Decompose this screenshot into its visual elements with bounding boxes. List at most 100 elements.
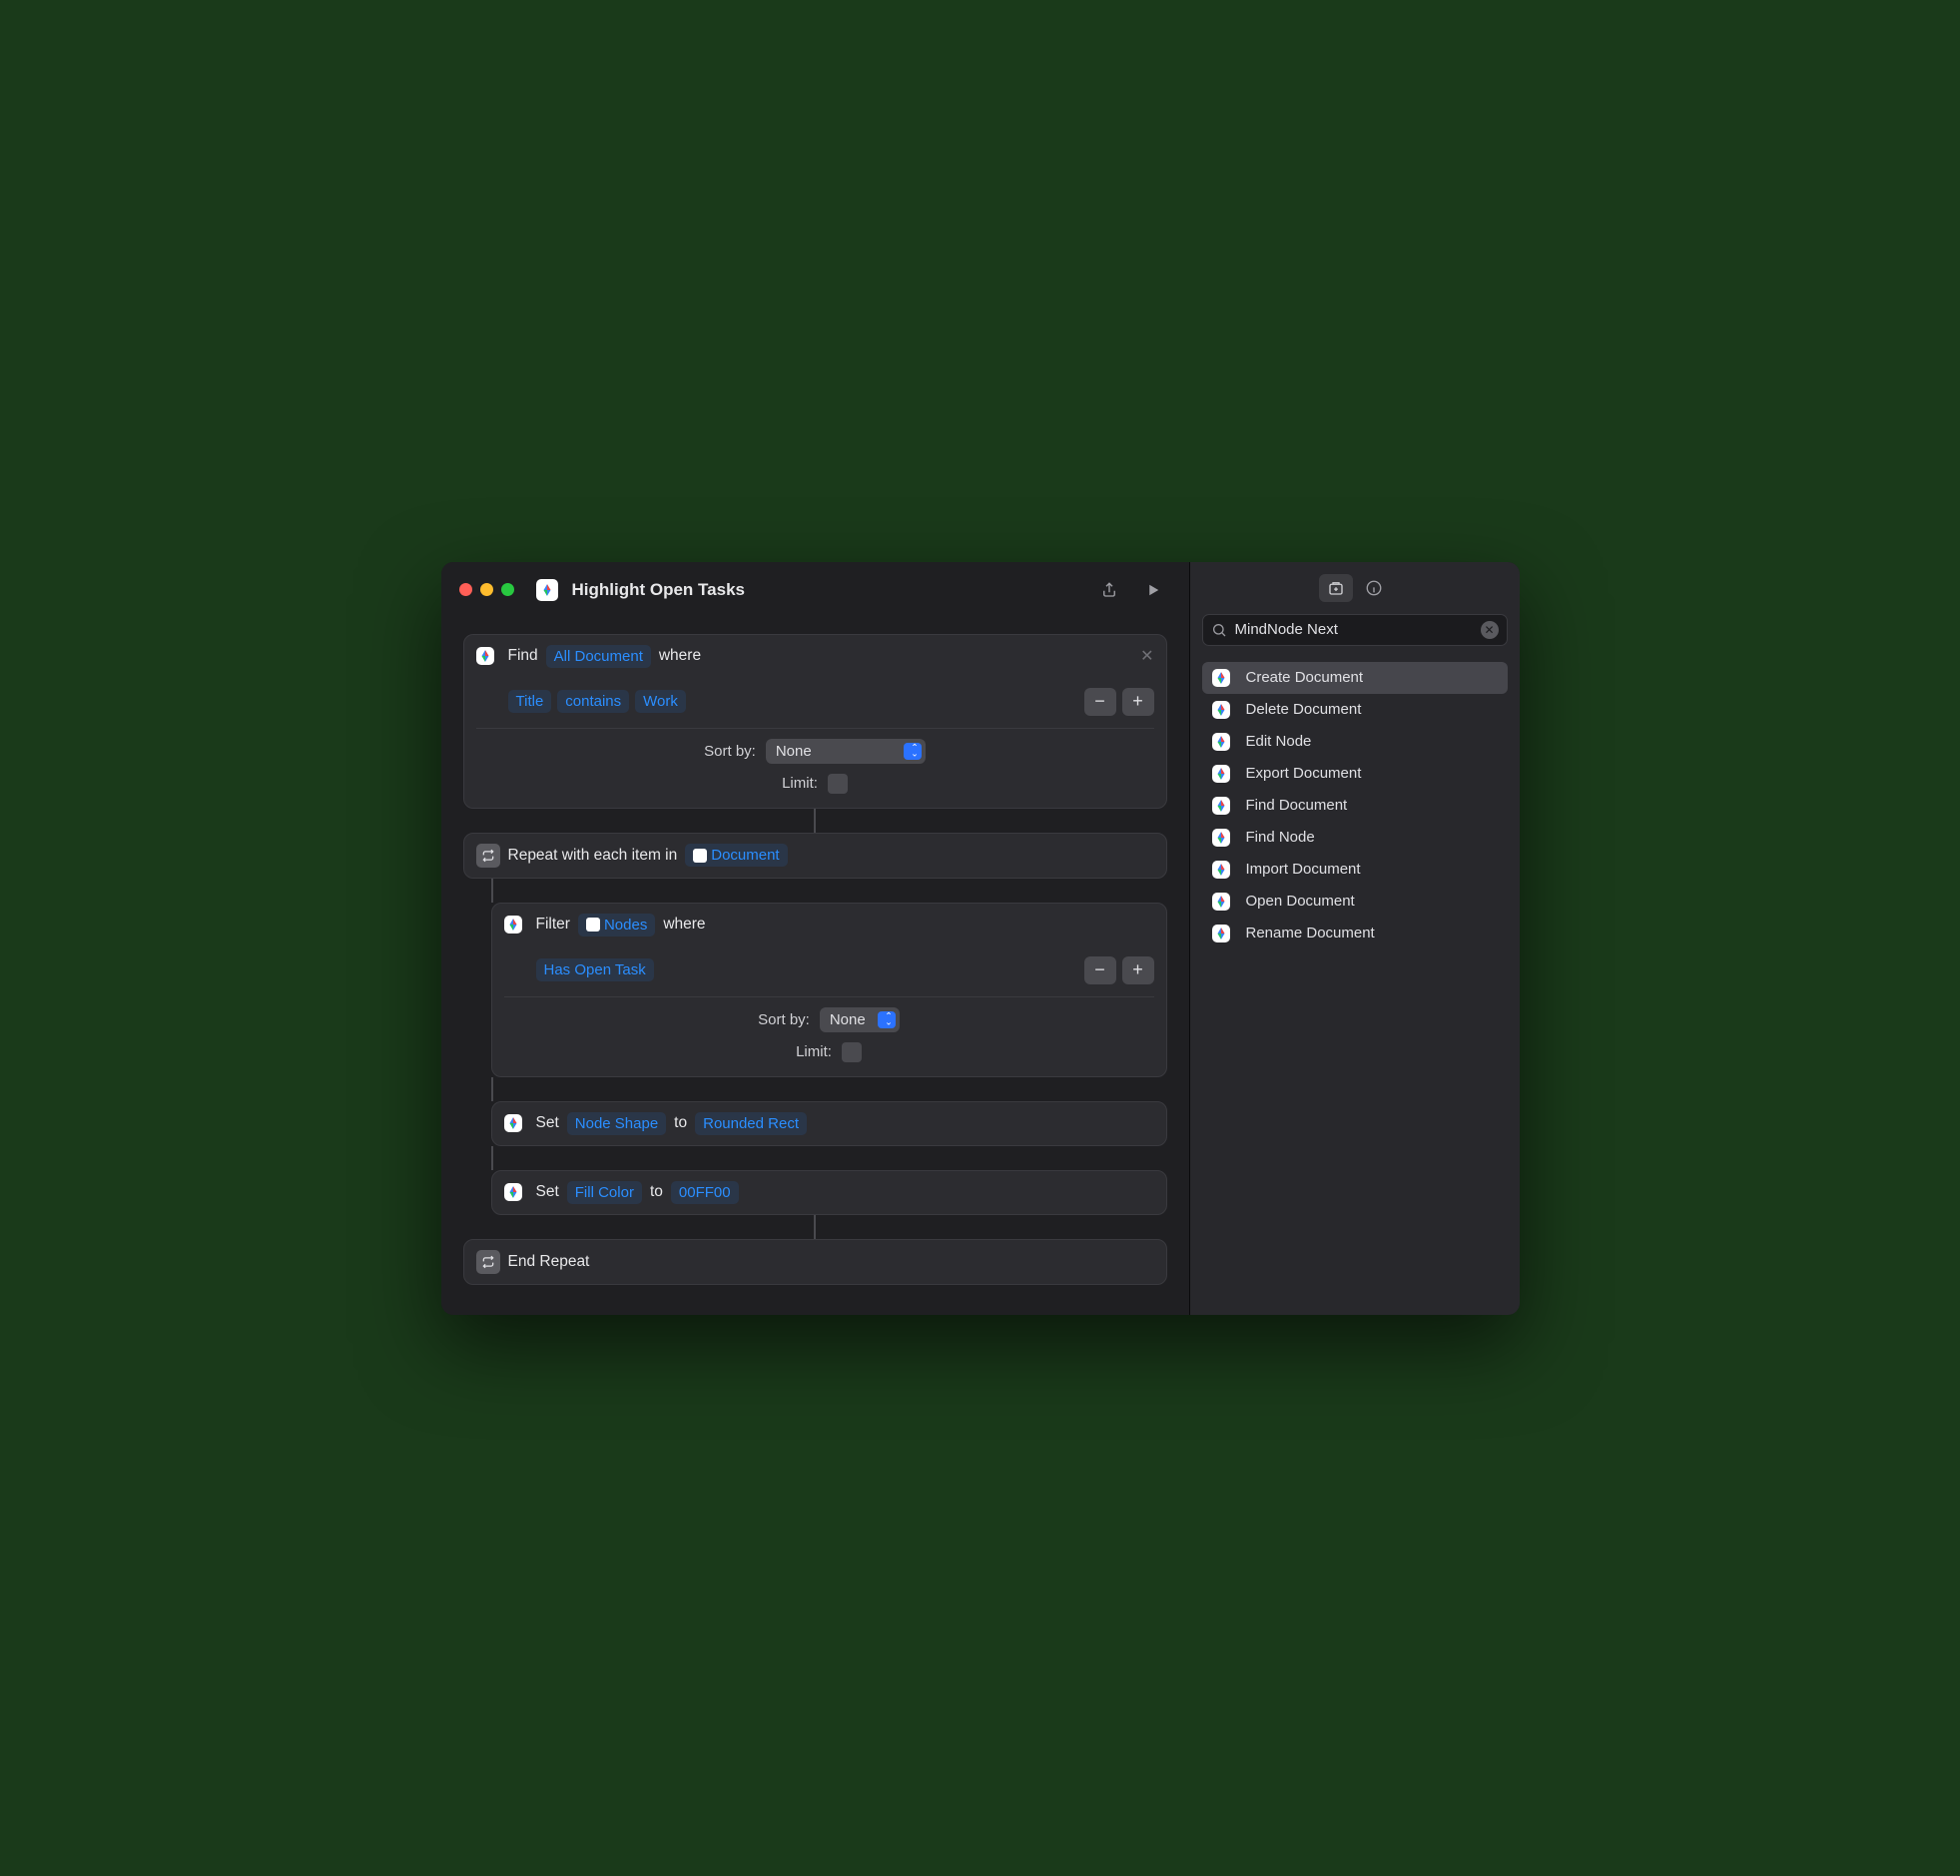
- action-item[interactable]: Find Node: [1202, 822, 1508, 854]
- find-limit-label: Limit:: [782, 775, 818, 792]
- mindnode-icon: [1212, 925, 1230, 942]
- filter-verb-label: Filter: [536, 916, 570, 934]
- connector-line: [491, 879, 493, 903]
- remove-filter-button[interactable]: −: [1084, 688, 1116, 716]
- action-item[interactable]: Open Document: [1202, 886, 1508, 918]
- search-icon: [1211, 622, 1227, 638]
- mindnode-icon: [504, 1114, 522, 1132]
- connector-line: [491, 1146, 493, 1170]
- mindnode-icon: [1212, 829, 1230, 847]
- filter-sort-label: Sort by:: [758, 1011, 810, 1028]
- filter-source-token[interactable]: Nodes: [578, 914, 655, 937]
- action-item[interactable]: Create Document: [1202, 662, 1508, 694]
- set-shape-verb: Set: [536, 1114, 559, 1132]
- filter-limit-label: Limit:: [796, 1043, 832, 1060]
- filter-condition-token[interactable]: Has Open Task: [536, 958, 654, 981]
- mindnode-icon: [1212, 669, 1230, 687]
- library-tab-button[interactable]: [1319, 574, 1353, 602]
- action-item-label: Import Document: [1246, 861, 1361, 878]
- find-limit-checkbox[interactable]: [828, 774, 848, 794]
- mindnode-icon: [1212, 861, 1230, 879]
- find-scope-token[interactable]: All Document: [546, 645, 651, 668]
- action-item[interactable]: Find Document: [1202, 790, 1508, 822]
- set-fill-field[interactable]: Fill Color: [567, 1181, 642, 1204]
- repeat-variable-token[interactable]: Document: [685, 844, 787, 867]
- action-item[interactable]: Import Document: [1202, 854, 1508, 886]
- find-block-header: Find All Document where ✕: [464, 635, 1166, 678]
- filter-nodes-block[interactable]: Filter Nodes where Has Open Task − +: [491, 903, 1167, 1077]
- action-item[interactable]: Delete Document: [1202, 694, 1508, 726]
- set-shape-field[interactable]: Node Shape: [567, 1112, 666, 1135]
- find-limit-row: Limit:: [476, 764, 1154, 794]
- find-verb-label: Find: [508, 647, 538, 665]
- minimize-window-button[interactable]: [480, 583, 493, 596]
- share-button[interactable]: [1091, 576, 1127, 604]
- filter-limit-checkbox[interactable]: [842, 1042, 862, 1062]
- mindnode-icon: [504, 916, 522, 934]
- repeat-block-header[interactable]: Repeat with each item in Document: [463, 833, 1167, 879]
- set-fill-color-block[interactable]: Set Fill Color to 00FF00: [491, 1170, 1167, 1215]
- find-filter-field[interactable]: Title: [508, 690, 552, 713]
- action-item-label: Find Node: [1246, 829, 1315, 846]
- filter-where-label: where: [663, 916, 705, 934]
- find-sort-select[interactable]: None ⌃⌄: [766, 739, 926, 764]
- action-item-label: Open Document: [1246, 893, 1355, 910]
- add-condition-button[interactable]: +: [1122, 956, 1154, 984]
- set-fill-value[interactable]: 00FF00: [671, 1181, 739, 1204]
- remove-condition-button[interactable]: −: [1084, 956, 1116, 984]
- action-item[interactable]: Export Document: [1202, 758, 1508, 790]
- mindnode-icon: [1212, 893, 1230, 911]
- action-item-label: Edit Node: [1246, 733, 1312, 750]
- titlebar: Highlight Open Tasks: [441, 562, 1189, 618]
- variable-mini-icon: [586, 918, 600, 932]
- action-item-label: Delete Document: [1246, 701, 1362, 718]
- sidebar-toolbar: [1190, 562, 1520, 614]
- mindnode-icon: [1212, 765, 1230, 783]
- mindnode-icon: [1212, 797, 1230, 815]
- action-search-field[interactable]: ✕: [1202, 614, 1508, 646]
- run-button[interactable]: [1135, 576, 1171, 604]
- set-shape-to-label: to: [674, 1114, 687, 1132]
- action-item-label: Find Document: [1246, 797, 1348, 814]
- find-filter-value[interactable]: Work: [635, 690, 686, 713]
- set-node-shape-block[interactable]: Set Node Shape to Rounded Rect: [491, 1101, 1167, 1146]
- mindnode-icon: [1212, 733, 1230, 751]
- mindnode-icon: [1212, 701, 1230, 719]
- action-library-sidebar: ✕ Create Document Delete Document Edit Nod…: [1190, 562, 1520, 1315]
- window-title: Highlight Open Tasks: [572, 580, 1083, 600]
- end-repeat-label: End Repeat: [508, 1253, 590, 1271]
- mindnode-icon: [476, 647, 494, 665]
- repeat-icon: [476, 1250, 500, 1274]
- workflow-canvas: Find All Document where ✕ Title contains…: [441, 618, 1189, 1315]
- action-item[interactable]: Edit Node: [1202, 726, 1508, 758]
- filter-sort-select[interactable]: None ⌃⌄: [820, 1007, 900, 1032]
- find-document-block[interactable]: Find All Document where ✕ Title contains…: [463, 634, 1167, 809]
- clear-search-button[interactable]: ✕: [1481, 621, 1499, 639]
- app-window: Highlight Open Tasks Find All Document w…: [441, 562, 1520, 1315]
- repeat-label: Repeat with each item in: [508, 847, 678, 865]
- traffic-lights: [459, 583, 514, 596]
- connector-line: [814, 1215, 816, 1239]
- end-repeat-block[interactable]: End Repeat: [463, 1239, 1167, 1285]
- mindnode-icon: [504, 1183, 522, 1201]
- connector-line: [491, 1077, 493, 1101]
- action-item[interactable]: Rename Document: [1202, 918, 1508, 949]
- close-window-button[interactable]: [459, 583, 472, 596]
- set-fill-verb: Set: [536, 1183, 559, 1201]
- find-sort-row: Sort by: None ⌃⌄: [476, 729, 1154, 764]
- find-sort-label: Sort by:: [704, 743, 756, 760]
- main-panel: Highlight Open Tasks Find All Document w…: [441, 562, 1190, 1315]
- action-search-input[interactable]: [1235, 621, 1473, 638]
- find-where-label: where: [659, 647, 701, 665]
- add-filter-button[interactable]: +: [1122, 688, 1154, 716]
- shortcut-app-icon: [536, 579, 558, 601]
- variable-mini-icon: [693, 849, 707, 863]
- connector-line: [814, 809, 816, 833]
- find-filter-operator[interactable]: contains: [557, 690, 629, 713]
- remove-block-button[interactable]: ✕: [1140, 646, 1153, 666]
- set-shape-value[interactable]: Rounded Rect: [695, 1112, 807, 1135]
- info-tab-button[interactable]: [1357, 574, 1391, 602]
- action-item-label: Rename Document: [1246, 925, 1375, 941]
- find-filter-row: Title contains Work − +: [476, 678, 1154, 729]
- fullscreen-window-button[interactable]: [501, 583, 514, 596]
